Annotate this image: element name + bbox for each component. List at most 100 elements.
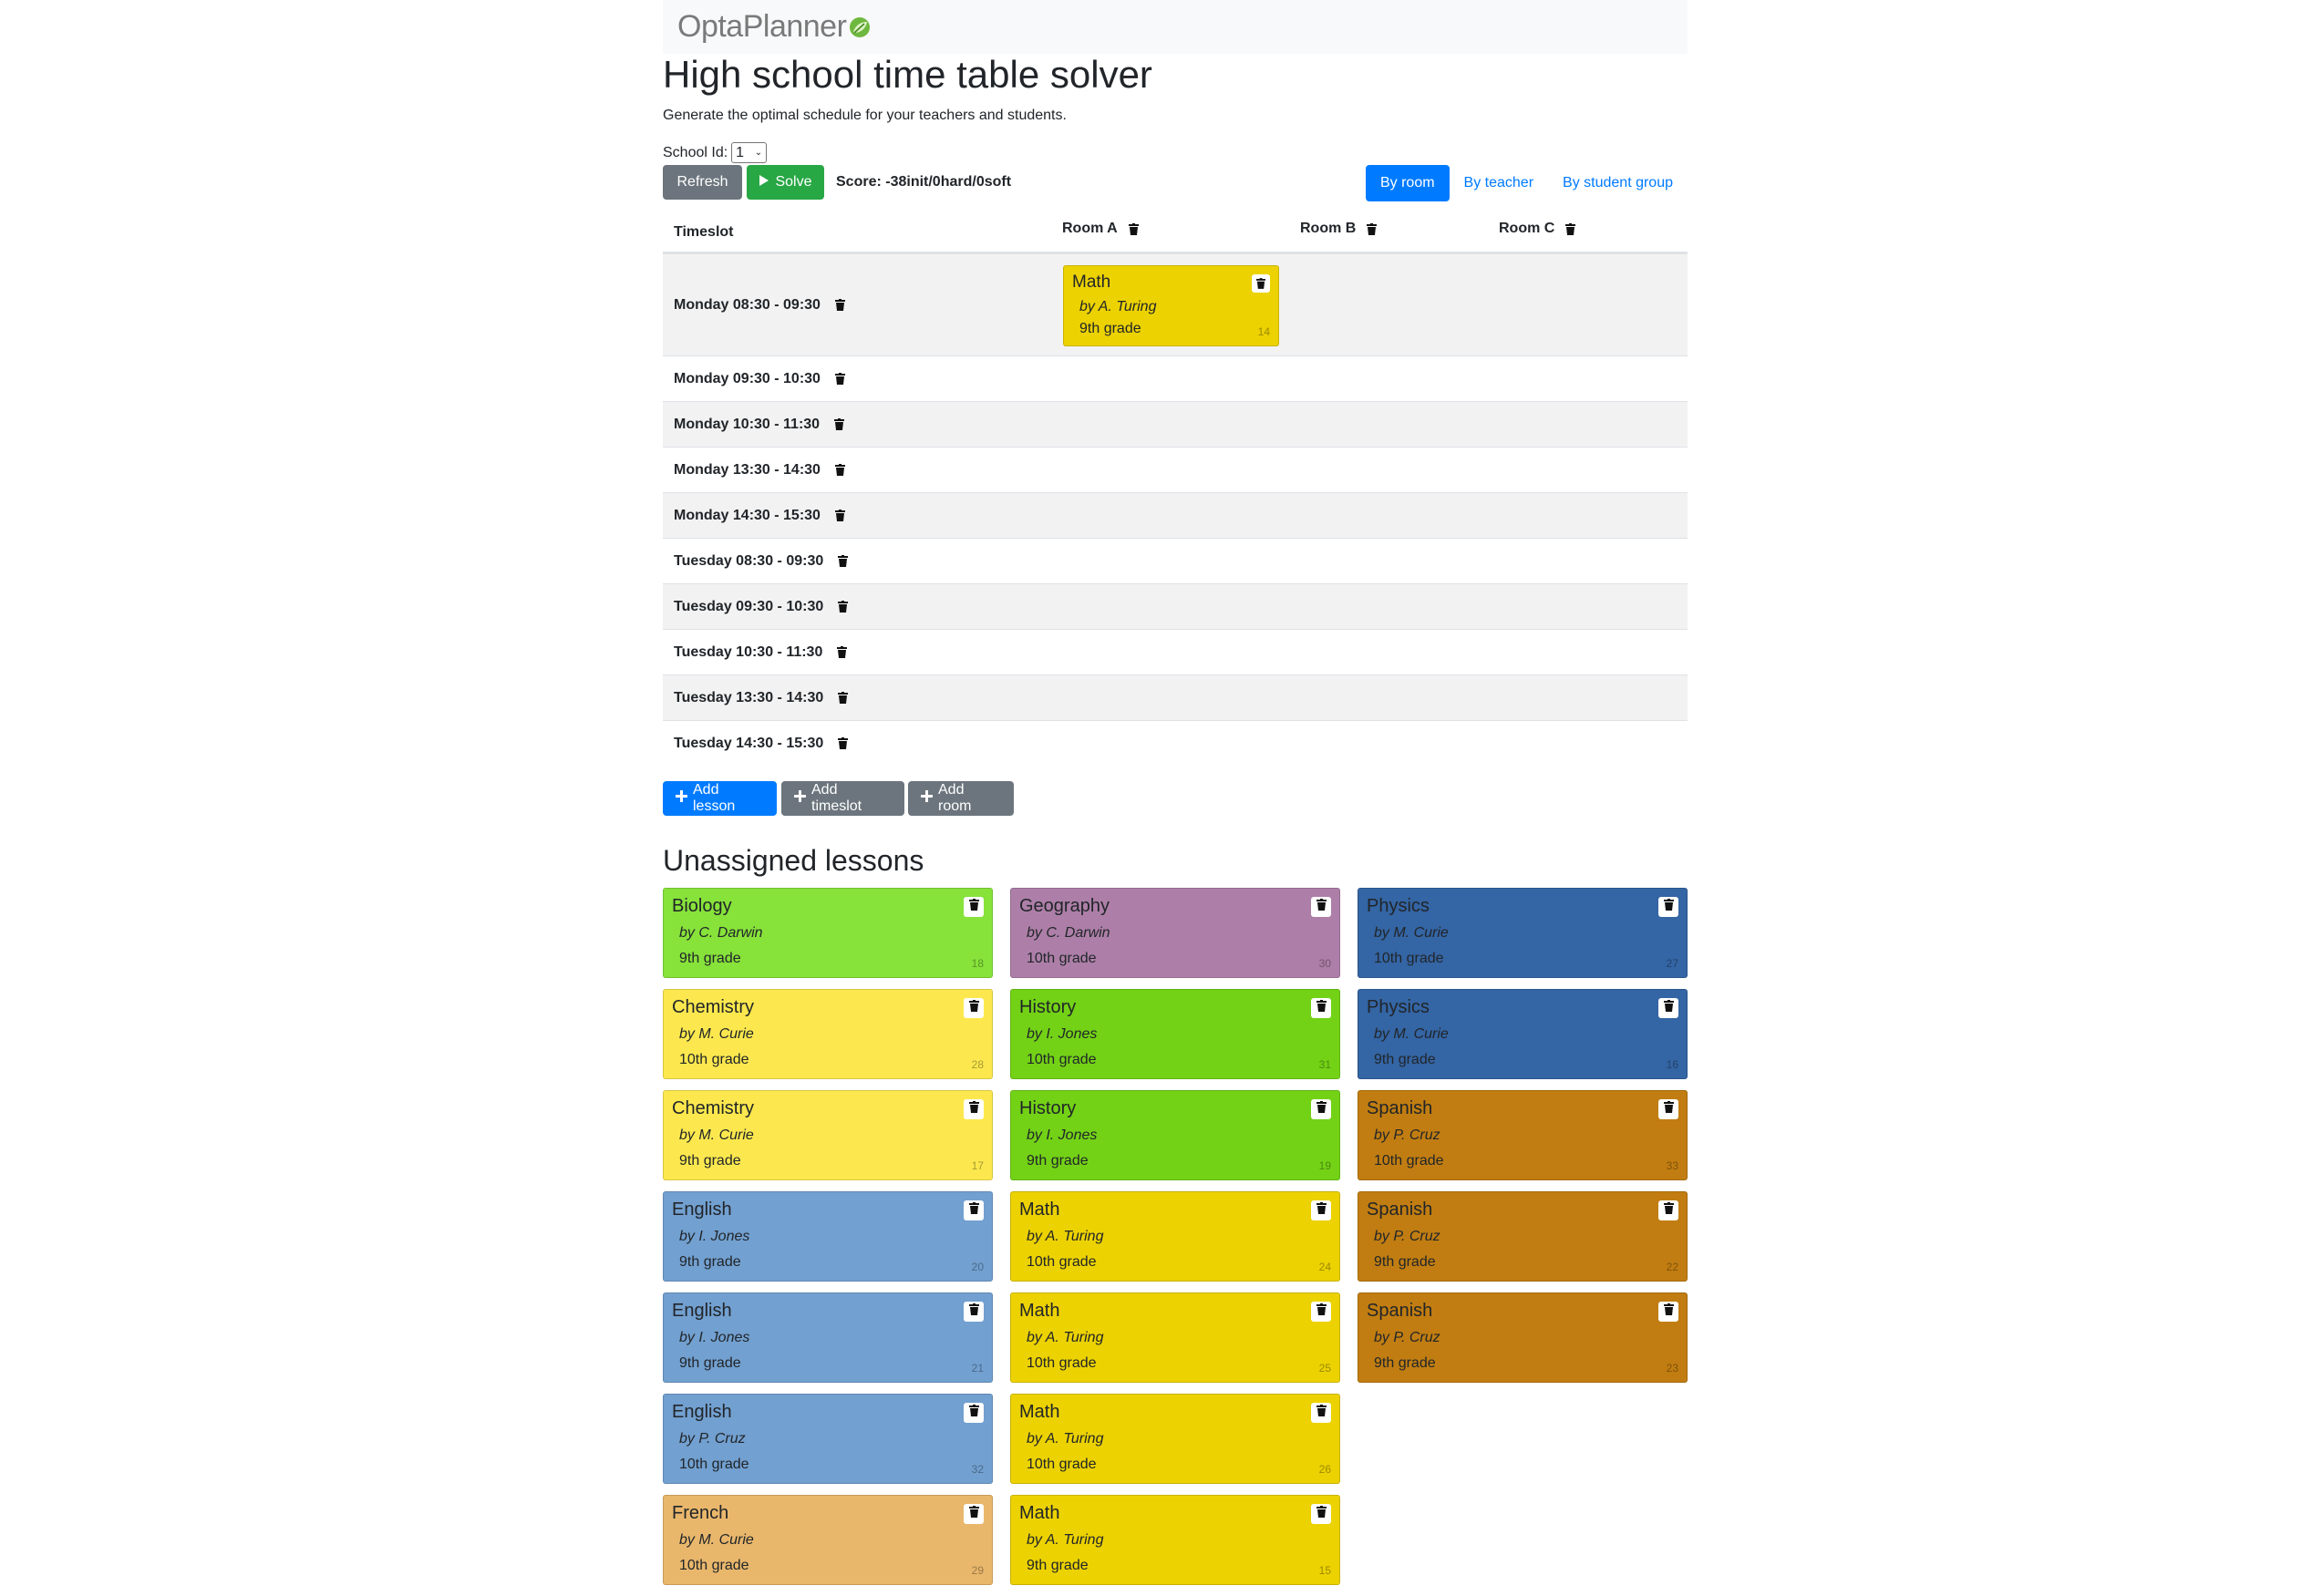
lesson-card[interactable]: Math by A. Turing 9th grade 15 bbox=[1010, 1495, 1340, 1585]
lesson-subject: Chemistry bbox=[672, 1098, 755, 1118]
trash-icon bbox=[1316, 1303, 1327, 1320]
lesson-teacher: by I. Jones bbox=[679, 1229, 750, 1244]
lesson-teacher: by I. Jones bbox=[679, 1330, 750, 1345]
trash-icon[interactable] bbox=[1128, 222, 1139, 235]
lesson-subject: Spanish bbox=[1367, 1098, 1433, 1118]
lesson-card[interactable]: Biology by C. Darwin 9th grade 18 bbox=[663, 888, 993, 978]
tab-by-teacher[interactable]: By teacher bbox=[1450, 165, 1548, 201]
add-lesson-button[interactable]: Add lesson bbox=[663, 781, 777, 816]
lesson-card[interactable]: Math by A. Turing 10th grade 24 bbox=[1010, 1191, 1340, 1282]
delete-lesson-button[interactable] bbox=[1658, 1302, 1678, 1322]
lesson-subject: Biology bbox=[672, 896, 732, 916]
delete-lesson-button[interactable] bbox=[964, 1302, 984, 1322]
timeslot-label: Monday 08:30 - 09:30 bbox=[674, 296, 821, 313]
trash-icon[interactable] bbox=[834, 464, 845, 476]
delete-lesson-button[interactable] bbox=[1311, 897, 1331, 917]
solve-button[interactable]: Solve bbox=[747, 165, 824, 200]
room-header-b: Room B bbox=[1300, 221, 1378, 237]
refresh-button[interactable]: Refresh bbox=[663, 165, 742, 200]
delete-lesson-button[interactable] bbox=[1311, 1302, 1331, 1322]
lesson-card[interactable]: French by M. Curie 10th grade 29 bbox=[663, 1495, 993, 1585]
delete-lesson-button[interactable] bbox=[1252, 274, 1270, 293]
trash-icon[interactable] bbox=[834, 373, 845, 385]
delete-lesson-button[interactable] bbox=[1311, 1099, 1331, 1119]
trash-icon bbox=[1663, 1303, 1674, 1320]
plus-icon bbox=[794, 790, 806, 807]
lesson-card[interactable]: Math by A. Turing 9th grade 14 bbox=[1063, 265, 1279, 346]
delete-lesson-button[interactable] bbox=[964, 897, 984, 917]
tab-by-room[interactable]: By room bbox=[1365, 165, 1450, 201]
lesson-card[interactable]: English by I. Jones 9th grade 20 bbox=[663, 1191, 993, 1282]
delete-lesson-button[interactable] bbox=[964, 998, 984, 1018]
add-timeslot-button[interactable]: Add timeslot bbox=[781, 781, 904, 816]
timeslot-row: Tuesday 14:30 - 15:30 bbox=[663, 720, 1688, 766]
trash-icon[interactable] bbox=[838, 601, 849, 613]
timeslot-cell: Tuesday 10:30 - 11:30 bbox=[674, 644, 848, 661]
unassigned-column: Biology by C. Darwin 9th grade 18 Chemistry b… bbox=[663, 888, 993, 1596]
tab-by-student-group[interactable]: By student group bbox=[1548, 165, 1688, 201]
room-header-label: Room C bbox=[1499, 221, 1555, 236]
lesson-teacher: by M. Curie bbox=[1374, 1026, 1449, 1042]
trash-icon[interactable] bbox=[838, 737, 849, 749]
lesson-card[interactable]: Math by A. Turing 10th grade 26 bbox=[1010, 1394, 1340, 1484]
lesson-card[interactable]: Chemistry by M. Curie 10th grade 28 bbox=[663, 989, 993, 1079]
delete-lesson-button[interactable] bbox=[964, 1099, 984, 1119]
lesson-card[interactable]: Physics by M. Curie 10th grade 27 bbox=[1358, 888, 1688, 978]
lesson-card[interactable]: Chemistry by M. Curie 9th grade 17 bbox=[663, 1090, 993, 1180]
lesson-id: 20 bbox=[971, 1261, 984, 1273]
toolbar: Refresh Solve Score: -38init/0hard/0soft… bbox=[663, 165, 1688, 201]
navbar: OptaPlanner bbox=[663, 0, 1688, 54]
timeslot-row: Monday 10:30 - 11:30 bbox=[663, 401, 1688, 447]
trash-icon[interactable] bbox=[834, 510, 845, 521]
lesson-card[interactable]: English by I. Jones 9th grade 21 bbox=[663, 1292, 993, 1383]
lesson-card[interactable]: Math by A. Turing 10th grade 25 bbox=[1010, 1292, 1340, 1383]
lesson-card[interactable]: Physics by M. Curie 9th grade 16 bbox=[1358, 989, 1688, 1079]
lesson-card[interactable]: Spanish by P. Cruz 10th grade 33 bbox=[1358, 1090, 1688, 1180]
lesson-card[interactable]: English by P. Cruz 10th grade 32 bbox=[663, 1394, 993, 1484]
trash-icon bbox=[1316, 1405, 1327, 1421]
trash-icon bbox=[1316, 1202, 1327, 1219]
brand-logo-text[interactable]: OptaPlanner bbox=[677, 9, 847, 45]
delete-lesson-button[interactable] bbox=[1658, 1200, 1678, 1220]
lesson-card[interactable]: Spanish by P. Cruz 9th grade 23 bbox=[1358, 1292, 1688, 1383]
lesson-card[interactable]: History by I. Jones 10th grade 31 bbox=[1010, 989, 1340, 1079]
delete-lesson-button[interactable] bbox=[1311, 1200, 1331, 1220]
lesson-teacher: by A. Turing bbox=[1027, 1431, 1104, 1447]
delete-lesson-button[interactable] bbox=[964, 1504, 984, 1524]
delete-lesson-button[interactable] bbox=[1658, 897, 1678, 917]
delete-lesson-button[interactable] bbox=[1311, 998, 1331, 1018]
plus-icon bbox=[921, 790, 933, 807]
school-id-label: School Id: bbox=[663, 144, 728, 160]
delete-lesson-button[interactable] bbox=[1311, 1504, 1331, 1524]
school-id-select[interactable]: 1 ⌄ bbox=[731, 142, 768, 163]
lesson-card[interactable]: Geography by C. Darwin 10th grade 30 bbox=[1010, 888, 1340, 978]
delete-lesson-button[interactable] bbox=[964, 1200, 984, 1220]
timeslot-label: Tuesday 08:30 - 09:30 bbox=[674, 552, 824, 569]
lesson-card[interactable]: History by I. Jones 9th grade 19 bbox=[1010, 1090, 1340, 1180]
trash-icon[interactable] bbox=[838, 555, 849, 567]
trash-icon[interactable] bbox=[834, 418, 845, 430]
trash-icon bbox=[1316, 1101, 1327, 1117]
delete-lesson-button[interactable] bbox=[1658, 1099, 1678, 1119]
lesson-subject: Physics bbox=[1367, 896, 1430, 916]
trash-icon[interactable] bbox=[1565, 222, 1576, 235]
trash-icon[interactable] bbox=[838, 692, 849, 704]
lesson-subject: Math bbox=[1072, 273, 1111, 292]
lesson-student-group: 9th grade bbox=[679, 951, 741, 966]
add-room-button[interactable]: Add room bbox=[908, 781, 1014, 816]
timeslot-label: Monday 09:30 - 10:30 bbox=[674, 370, 821, 386]
lesson-student-group: 10th grade bbox=[1027, 1052, 1097, 1067]
lesson-subject: Spanish bbox=[1367, 1200, 1433, 1220]
lesson-student-group: 9th grade bbox=[679, 1153, 741, 1169]
trash-icon[interactable] bbox=[1367, 222, 1378, 235]
timeslot-cell: Monday 09:30 - 10:30 bbox=[674, 371, 845, 387]
delete-lesson-button[interactable] bbox=[964, 1403, 984, 1423]
lesson-student-group: 10th grade bbox=[1027, 1355, 1097, 1371]
trash-icon[interactable] bbox=[834, 299, 845, 311]
delete-lesson-button[interactable] bbox=[1311, 1403, 1331, 1423]
timeslot-label: Tuesday 10:30 - 11:30 bbox=[674, 644, 823, 660]
lesson-student-group: 9th grade bbox=[1027, 1558, 1089, 1573]
trash-icon[interactable] bbox=[837, 646, 848, 658]
delete-lesson-button[interactable] bbox=[1658, 998, 1678, 1018]
lesson-card[interactable]: Spanish by P. Cruz 9th grade 22 bbox=[1358, 1191, 1688, 1282]
